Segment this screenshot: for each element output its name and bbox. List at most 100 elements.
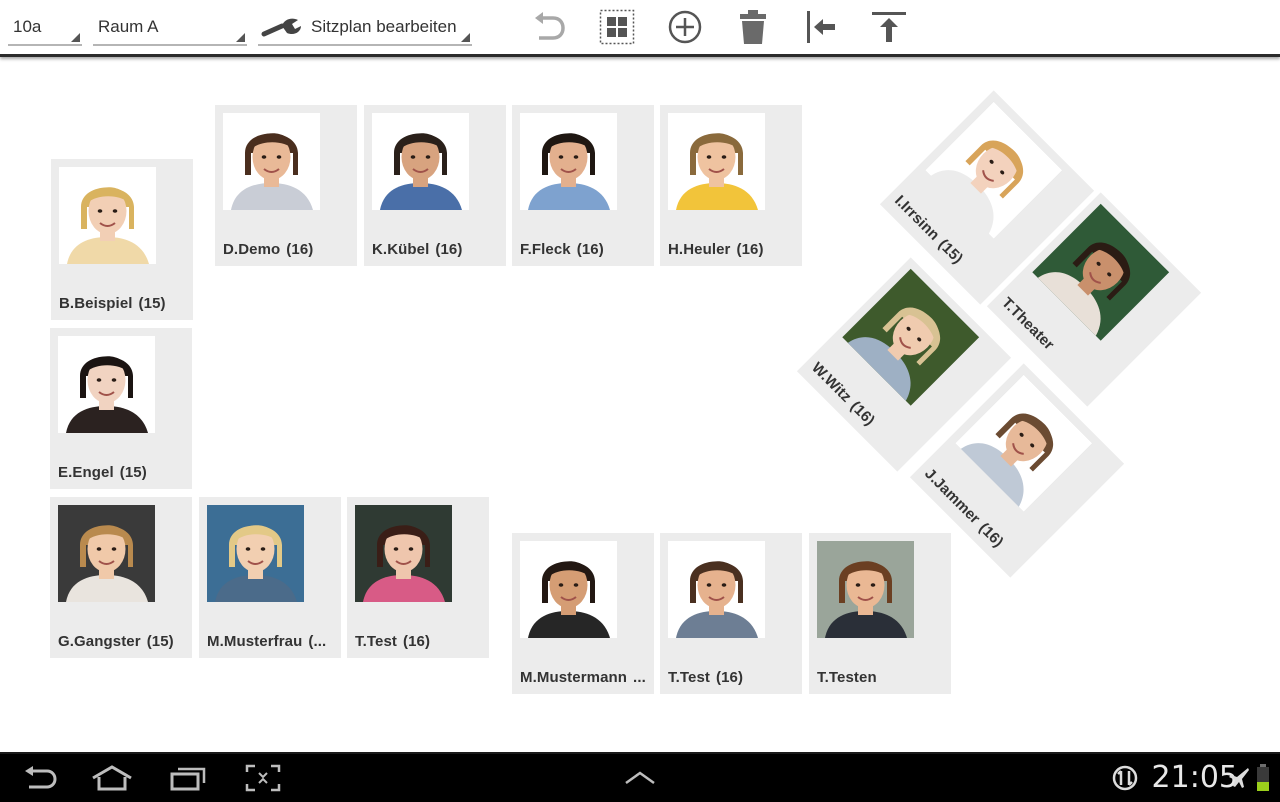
back-button[interactable] [12, 762, 68, 794]
grid-icon [599, 9, 635, 45]
student-photo [355, 505, 452, 602]
student-age: (15) [146, 633, 174, 650]
seat-card[interactable]: K.Kübel (16) [364, 105, 506, 266]
home-button[interactable] [84, 762, 140, 794]
student-photo [668, 113, 765, 210]
seat-card[interactable]: M.Mustermann... [512, 533, 654, 694]
student-name: D.Demo [223, 241, 281, 258]
student-photo [520, 113, 617, 210]
seat-card[interactable]: D.Demo (16) [215, 105, 357, 266]
student-label: B.Beispiel (15) [59, 295, 187, 312]
seat-card[interactable]: T.Testen [809, 533, 951, 694]
student-label: G.Gangster (15) [58, 633, 186, 650]
add-button[interactable] [663, 6, 707, 48]
student-age: (15) [934, 235, 967, 268]
student-name: H.Heuler [668, 241, 731, 258]
undo-button[interactable] [527, 6, 571, 48]
student-age: (16) [435, 241, 463, 258]
data-sync-icon [1112, 765, 1138, 791]
student-label: E.Engel (15) [58, 464, 186, 481]
student-label: T.Testen [817, 669, 945, 686]
student-label: T.Test (16) [355, 633, 483, 650]
system-navigation-bar: 21:05 [0, 752, 1280, 802]
back-icon [25, 766, 57, 789]
student-name: I.Irrsinn [891, 192, 943, 244]
student-photo [520, 541, 617, 638]
student-age: (16) [736, 241, 764, 258]
undo-icon [535, 12, 565, 40]
student-label: H.Heuler (16) [668, 241, 796, 258]
battery-icon [1257, 764, 1269, 791]
student-photo [955, 374, 1093, 512]
student-photo [668, 541, 765, 638]
student-age: (16) [403, 633, 431, 650]
student-label: K.Kübel (16) [372, 241, 500, 258]
student-name: T.Test [668, 669, 710, 686]
student-label: T.Test (16) [668, 669, 796, 686]
student-age: (15) [119, 464, 147, 481]
student-photo [59, 167, 156, 264]
align-left-button[interactable] [799, 6, 843, 48]
seat-card[interactable]: H.Heuler (16) [660, 105, 802, 266]
seat-card[interactable]: G.Gangster (15) [50, 497, 192, 658]
align-top-icon [872, 12, 906, 42]
student-age: (16) [716, 669, 744, 686]
student-photo [817, 541, 914, 638]
student-name: K.Kübel [372, 241, 430, 258]
dropdown-triangle-icon [461, 33, 470, 42]
app-drawer-up-button[interactable] [612, 762, 668, 794]
student-name: B.Beispiel [59, 295, 133, 312]
student-name: G.Gangster [58, 633, 141, 650]
seat-card[interactable]: T.Test (16) [660, 533, 802, 694]
recent-apps-icon [170, 767, 206, 791]
home-icon [92, 765, 132, 791]
student-name: M.Musterfrau [207, 633, 303, 650]
grid-button[interactable] [595, 6, 639, 48]
student-name: T.Testen [817, 669, 877, 686]
student-label: F.Fleck (16) [520, 241, 648, 258]
room-select[interactable]: Raum A [93, 8, 247, 46]
screenshot-button[interactable] [235, 762, 291, 794]
student-name: W.Witz [808, 359, 855, 406]
student-name: E.Engel [58, 464, 114, 481]
trash-icon [740, 10, 766, 44]
recent-apps-button[interactable] [160, 762, 216, 794]
chevron-up-icon [625, 771, 655, 785]
class-select[interactable]: 10a [8, 8, 82, 46]
seat-card[interactable]: T.Test (16) [347, 497, 489, 658]
wrench-icon [260, 15, 304, 53]
student-photo [207, 505, 304, 602]
student-age: (15) [138, 295, 166, 312]
class-select-value: 10a [13, 17, 42, 36]
student-name: J.Jammer [921, 465, 984, 528]
student-photo [372, 113, 469, 210]
student-label: M.Musterfrau (... [207, 633, 335, 650]
student-label: D.Demo (16) [223, 241, 351, 258]
dropdown-triangle-icon [71, 33, 80, 42]
seat-card[interactable]: E.Engel (15) [50, 328, 192, 489]
mode-select[interactable]: Sitzplan bearbeiten [258, 8, 472, 46]
delete-button[interactable] [731, 6, 775, 48]
align-left-icon [807, 11, 835, 43]
align-top-button[interactable] [867, 6, 911, 48]
student-photo [223, 113, 320, 210]
seat-card[interactable]: B.Beispiel (15) [51, 159, 193, 320]
student-photo [58, 336, 155, 433]
student-age: ... [633, 669, 646, 686]
student-photo [58, 505, 155, 602]
action-bar: 10a Raum A Sitzplan bearbeiten [0, 0, 1280, 57]
student-label: M.Mustermann... [520, 669, 648, 686]
student-name: T.Test [355, 633, 397, 650]
student-age: (16) [576, 241, 604, 258]
student-photo [842, 268, 980, 406]
status-clock: 21:05 [1151, 760, 1238, 795]
student-name: M.Mustermann [520, 669, 628, 686]
student-name: T.Theater [998, 294, 1058, 354]
dropdown-triangle-icon [236, 33, 245, 42]
add-icon [668, 10, 702, 44]
mode-select-value: Sitzplan bearbeiten [311, 17, 457, 36]
seat-card[interactable]: F.Fleck (16) [512, 105, 654, 266]
seat-card[interactable]: M.Musterfrau (... [199, 497, 341, 658]
screenshot-icon [245, 764, 281, 792]
student-age: (16) [846, 397, 879, 430]
